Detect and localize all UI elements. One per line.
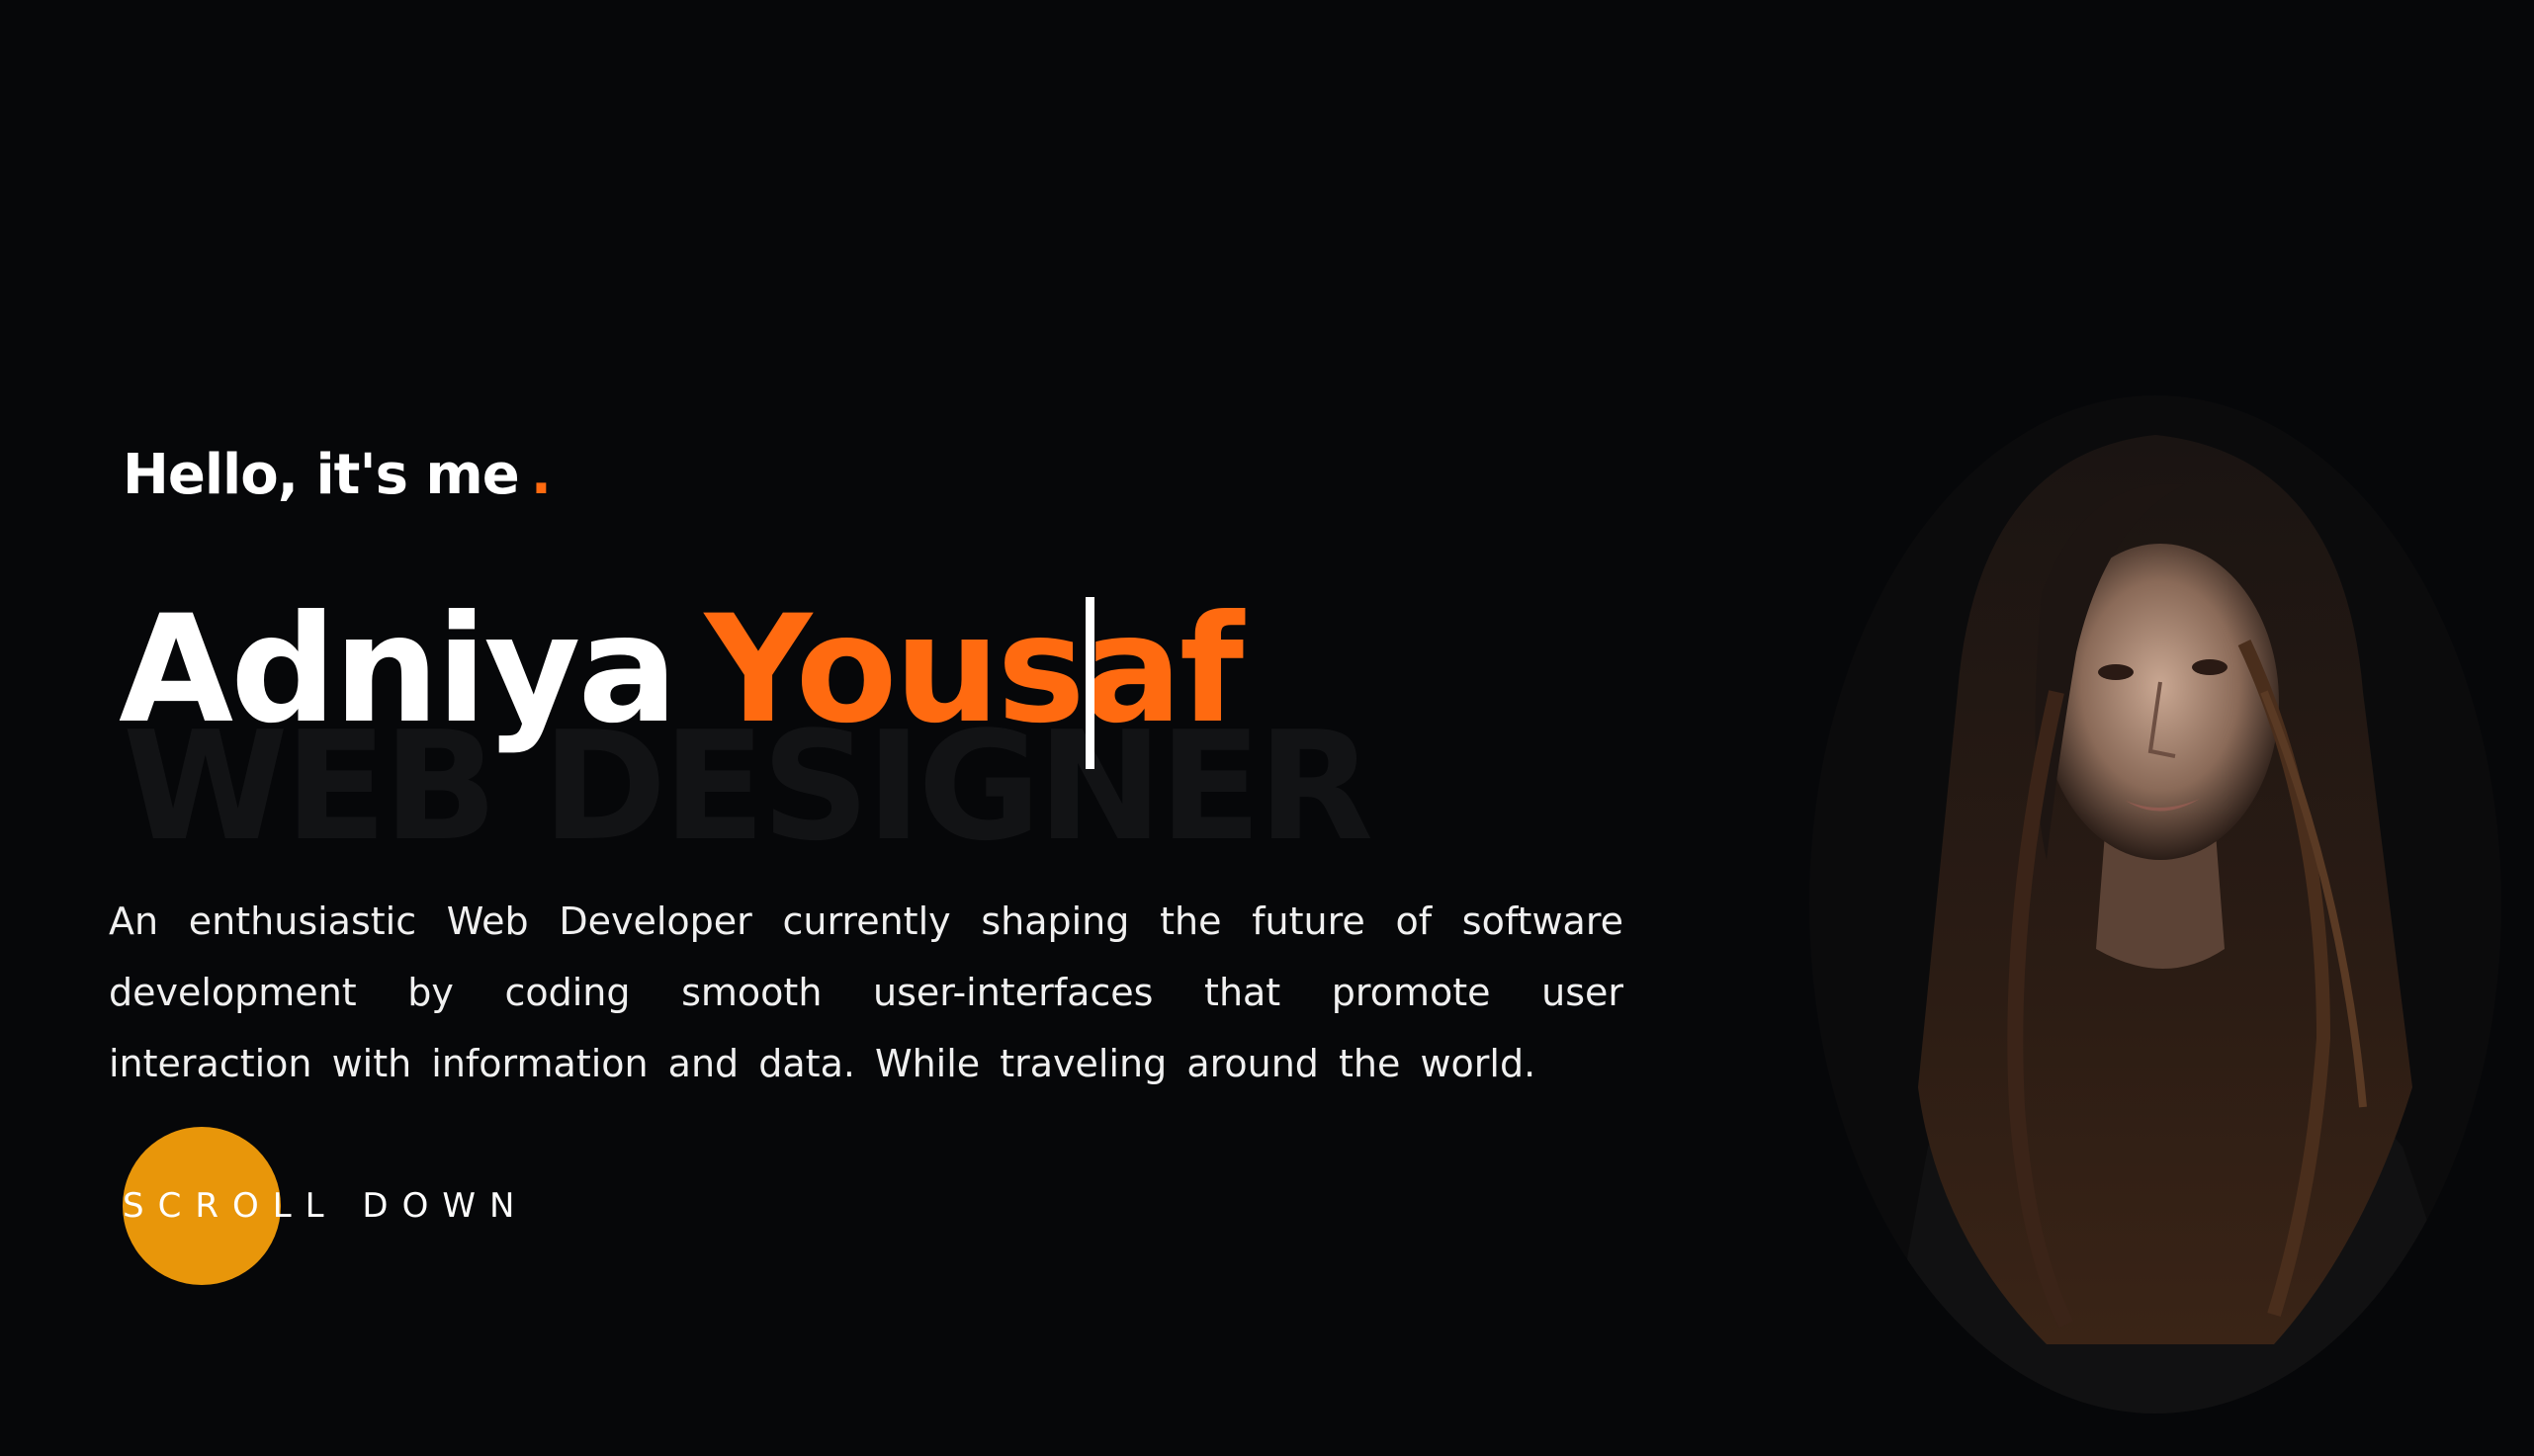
scroll-down-label: SCROLL DOWN (123, 1186, 529, 1226)
greeting-text: Hello, it's me (123, 443, 520, 507)
name-last: Yousaf (704, 584, 1244, 756)
bio-text: An enthusiastic Web Developer currently … (109, 899, 1623, 1085)
typing-cursor (1086, 597, 1094, 769)
portrait-photo (1809, 395, 2501, 1413)
scroll-down-button[interactable]: SCROLL DOWN (123, 1127, 528, 1285)
greeting-dot: . (530, 443, 552, 507)
greeting: Hello, it's me. (123, 443, 552, 507)
portrait-icon (1809, 395, 2501, 1413)
name-first: Adniya (119, 584, 678, 756)
hero-name: Adniya Yousaf (119, 592, 1244, 749)
hero-section: Hello, it's me. WEB DESIGNER Adniya Yousa… (0, 0, 2534, 1456)
